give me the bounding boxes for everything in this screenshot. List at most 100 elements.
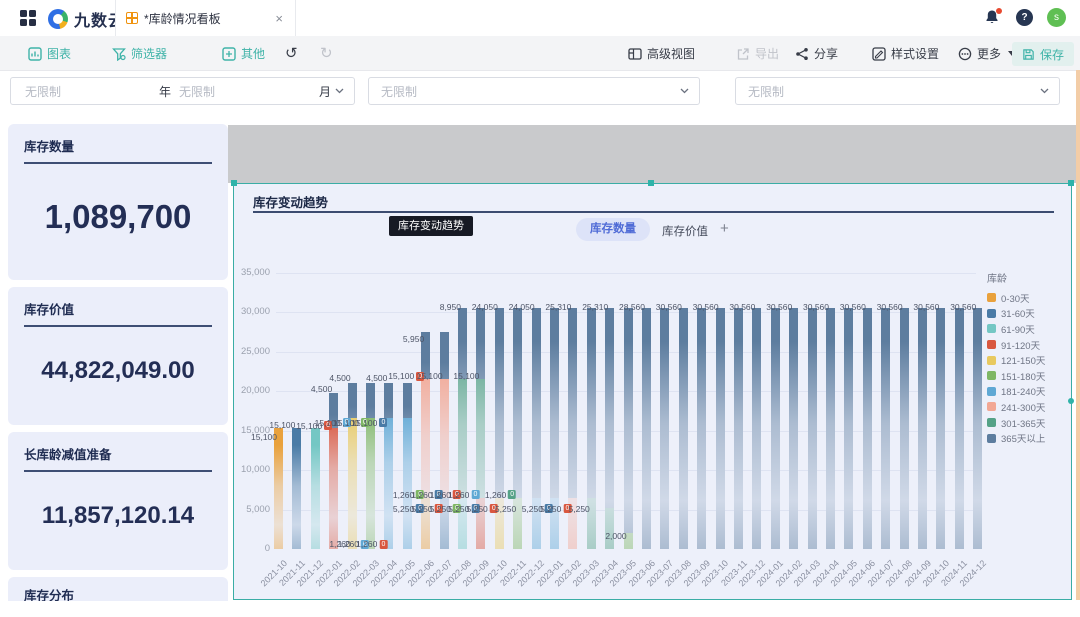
advanced-view-button[interactable]: 高级视图 [628,36,695,71]
bar[interactable] [679,308,688,549]
bar[interactable] [844,308,853,549]
legend-item[interactable]: 0-30天 [987,290,1045,306]
legend-item[interactable]: 61-90天 [987,321,1045,337]
legend-item[interactable]: 31-60天 [987,306,1045,322]
bar[interactable] [734,308,743,549]
bar[interactable] [403,383,412,549]
y-axis-tick: 25,000 [234,346,270,357]
bar[interactable] [936,308,945,549]
bar[interactable] [660,308,669,549]
bar-segment [844,308,853,549]
bar-segment [624,308,633,533]
bar[interactable] [752,308,761,549]
user-avatar[interactable]: s [1047,8,1066,27]
data-label: 4,500 [311,384,332,394]
style-settings-button[interactable]: 样式设置 [872,36,939,71]
bar[interactable] [863,308,872,549]
legend-label: 365天以上 [1001,431,1045,445]
bar[interactable] [605,308,614,549]
month-unit-label: 月 [319,83,331,100]
bar[interactable] [440,332,449,549]
bar[interactable] [900,308,909,549]
share-button[interactable]: 分享 [795,36,838,71]
date-range-filter[interactable]: 无限制 年 无限制 月 [10,77,355,105]
kpi-card-inventory-qty[interactable]: 库存数量 1,089,700 [8,124,228,280]
bar[interactable] [642,308,651,549]
chart-legend: 库龄 0-30天31-60天61-90天91-120天121-150天151-1… [987,270,1045,446]
plot-area: 05,00010,00015,00020,00025,00030,00035,0… [234,184,1073,601]
save-button[interactable]: 保存 [1012,42,1074,66]
legend-item[interactable]: 121-150天 [987,352,1045,368]
bar[interactable] [808,308,817,549]
tab-close-icon[interactable]: × [273,11,285,26]
bar[interactable] [918,308,927,549]
bar[interactable] [311,428,320,549]
filter-select-2[interactable]: 无限制 [368,77,700,105]
bar[interactable] [292,428,301,549]
funnel-icon [112,47,126,61]
dashboard-tab[interactable]: *库龄情况看板 × [115,0,296,36]
bar[interactable] [789,308,798,549]
bar[interactable] [624,308,633,549]
kpi-card-impairment[interactable]: 长库龄减值准备 11,857,120.14 [8,432,228,570]
undo-icon[interactable]: ↺ [285,36,298,71]
data-label: 30,560 [803,302,829,312]
legend-swatch [987,418,996,427]
bar-segment [348,383,357,418]
bar-segment [789,308,798,549]
bar[interactable] [881,308,890,549]
y-axis-tick: 35,000 [234,267,270,278]
bar-segment [679,308,688,549]
legend-item[interactable]: 91-120天 [987,337,1045,353]
kpi-title: 长库龄减值准备 [24,444,212,463]
data-label: 15,100 [251,432,277,442]
filter-button[interactable]: 筛选器 [112,36,167,71]
more-icon [958,47,972,61]
legend-swatch [987,356,996,365]
other-button[interactable]: 其他 [222,36,265,71]
bar[interactable] [771,308,780,549]
bar[interactable] [329,393,338,549]
bar[interactable] [348,383,357,549]
bar-segment [900,308,909,549]
bar[interactable] [697,308,706,549]
export-button[interactable]: 导出 [736,36,779,71]
bar[interactable] [826,308,835,549]
logo-mark-icon [48,9,68,29]
data-label: 1,2600 [356,539,387,549]
legend-item[interactable]: 151-180天 [987,368,1045,384]
bar-segment [716,308,725,549]
legend-swatch [987,402,996,411]
y-axis-tick: 20,000 [234,385,270,396]
chevron-down-icon [335,88,344,94]
bar[interactable] [366,383,375,549]
bar[interactable] [955,308,964,549]
apps-grid-icon[interactable] [20,10,36,26]
bar[interactable] [384,383,393,549]
redo-icon[interactable]: ↻ [320,36,333,71]
kpi-value: 11,857,120.14 [24,472,212,560]
app-logo[interactable]: 九数云 [48,7,125,31]
more-button[interactable]: 更多 [958,36,1016,71]
bar[interactable] [274,428,283,549]
bar[interactable] [973,308,982,549]
legend-item[interactable]: 365天以上 [987,430,1045,446]
filter-select-3[interactable]: 无限制 [735,77,1060,105]
legend-item[interactable]: 241-300天 [987,399,1045,415]
kpi-card-inventory-value[interactable]: 库存价值 44,822,049.00 [8,287,228,425]
bar-segment [771,308,780,549]
legend-label: 91-120天 [1001,338,1040,352]
legend-item[interactable]: 181-240天 [987,384,1045,400]
bar[interactable] [716,308,725,549]
data-label: 24,050 [509,302,535,312]
bar[interactable] [421,332,430,549]
right-edge-strip [1076,70,1080,600]
notification-bell-icon[interactable] [984,9,1002,27]
chart-panel[interactable]: 库存变动趋势 库存变动趋势 库存数量 库存价值 + 05,00010,00015… [233,183,1072,600]
bar-segment [403,418,412,549]
chart-button[interactable]: 图表 [28,36,71,71]
legend-item[interactable]: 301-365天 [987,415,1045,431]
legend-label: 301-365天 [1001,416,1045,430]
y-axis-tick: 30,000 [234,306,270,317]
help-icon[interactable]: ? [1016,9,1033,26]
